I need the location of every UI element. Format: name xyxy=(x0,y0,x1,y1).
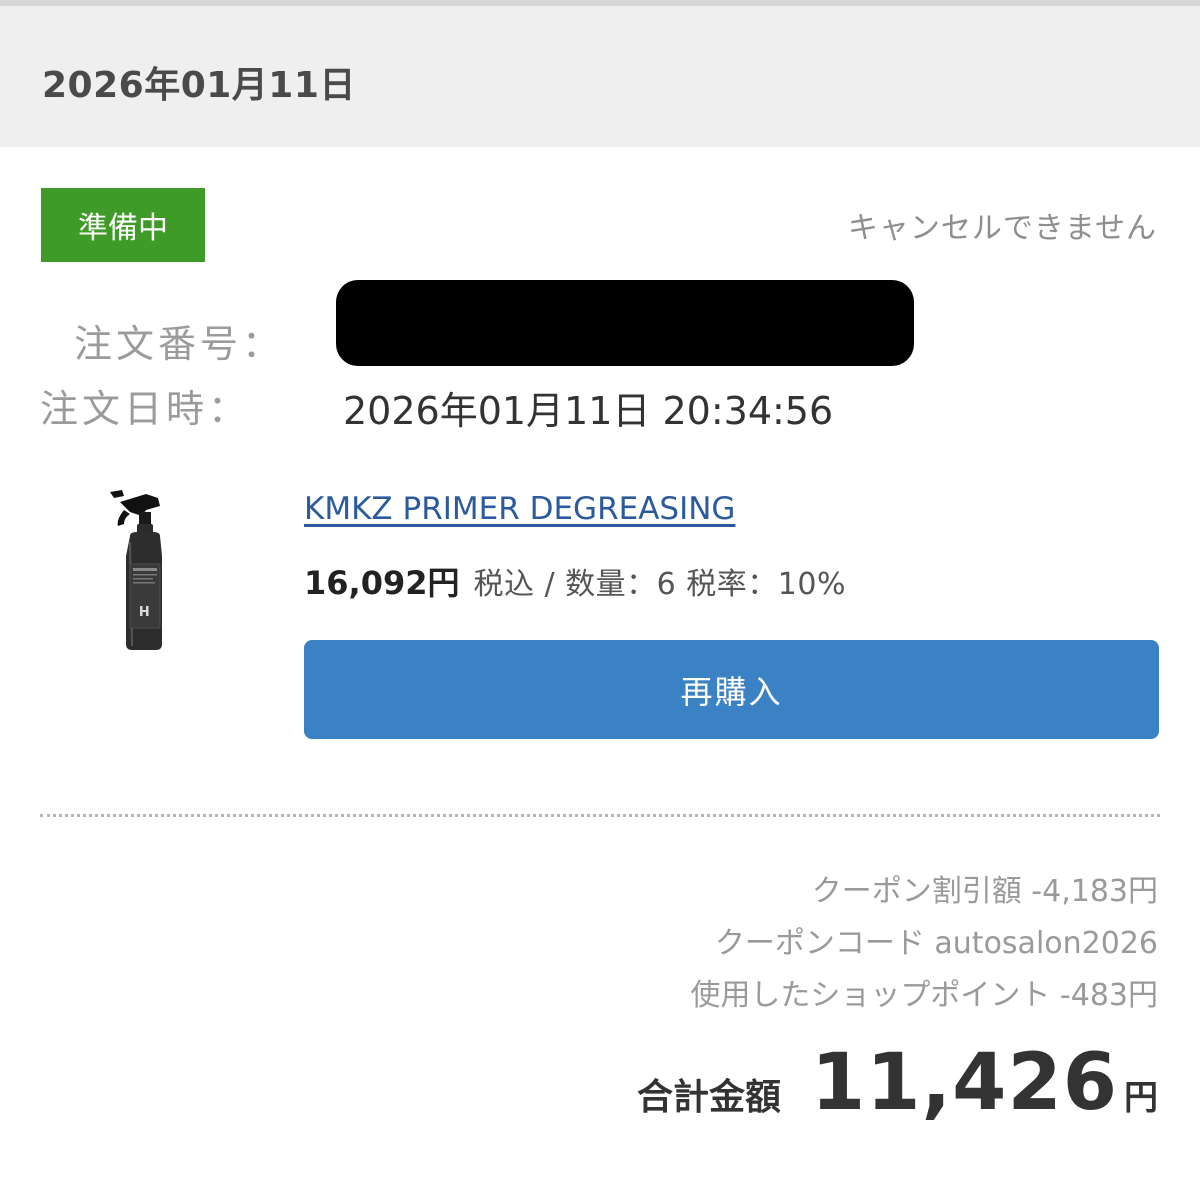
status-badge: 準備中 xyxy=(41,188,205,262)
total-unit: 円 xyxy=(1124,1078,1158,1118)
order-number-redacted xyxy=(336,280,914,366)
total-value: 11,426 xyxy=(811,1038,1118,1128)
coupon-discount: クーポン割引額 -4,183円 xyxy=(811,874,1158,909)
total-label: 合計金額 xyxy=(636,1077,781,1118)
cancel-note: キャンセルできません xyxy=(847,211,1157,246)
total-row: 合計金額 11,426 円 xyxy=(637,1038,1158,1128)
price-amount: 16,092円 xyxy=(304,564,460,602)
order-date-label: 注文日時： xyxy=(40,387,251,431)
dotted-divider xyxy=(40,814,1160,817)
spray-bottle-icon[interactable] xyxy=(106,486,176,652)
shop-points-used: 使用したショップポイント -483円 xyxy=(690,978,1158,1013)
rebuy-button[interactable]: 再購入 xyxy=(304,640,1159,739)
order-date-value: 2026年01月11日 20:34:56 xyxy=(343,389,834,433)
product-name-link[interactable]: KMKZ PRIMER DEGREASING xyxy=(304,491,735,527)
coupon-code: クーポンコード autosalon2026 xyxy=(714,926,1158,961)
price-line: 16,092円 税込 / 数量：6 税率：10% xyxy=(304,558,846,604)
date-header: 2026年01月11日 xyxy=(0,6,1200,147)
order-number-label: 注文番号： xyxy=(74,322,285,366)
date-header-title: 2026年01月11日 xyxy=(42,65,356,106)
price-detail: 税込 / 数量：6 税率：10% xyxy=(473,567,846,602)
